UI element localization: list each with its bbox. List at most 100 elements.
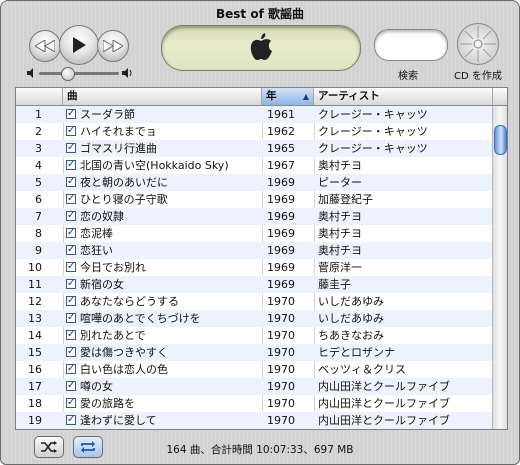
- column-year-label: 年: [266, 90, 277, 102]
- song-artist: ちあきなおみ: [318, 329, 384, 342]
- track-checkbox[interactable]: ✓: [66, 364, 76, 374]
- track-checkbox[interactable]: ✓: [66, 109, 76, 119]
- track-checkbox[interactable]: ✓: [66, 415, 76, 425]
- track-number: 9: [35, 244, 42, 257]
- column-song-header[interactable]: 曲: [63, 88, 262, 105]
- table-row[interactable]: 8 ✓ 恋泥棒 1969 奥村チヨ: [16, 225, 492, 242]
- song-year: 1970: [267, 329, 295, 342]
- table-row[interactable]: 18 ✓ 愛の旅路を 1970 内山田洋とクールファイブ: [16, 395, 492, 412]
- column-header-bar: 曲 年 ▲ アーティスト: [16, 88, 507, 106]
- table-row[interactable]: 12 ✓ あなたならどうする 1970 いしだあゆみ: [16, 293, 492, 310]
- column-year-header[interactable]: 年 ▲: [262, 88, 314, 105]
- scrollbar-thumb[interactable]: [494, 125, 507, 155]
- track-number: 10: [28, 261, 42, 274]
- track-checkbox[interactable]: ✓: [66, 177, 76, 187]
- song-year: 1970: [267, 380, 295, 393]
- track-number: 13: [28, 312, 42, 325]
- track-number: 19: [28, 414, 42, 427]
- song-artist: クレージー・キャッツ: [318, 125, 428, 138]
- track-checkbox[interactable]: ✓: [66, 143, 76, 153]
- song-artist: 奥村チヨ: [318, 210, 362, 223]
- song-artist: 奥村チヨ: [318, 244, 362, 257]
- volume-slider-knob[interactable]: [61, 67, 75, 81]
- track-checkbox[interactable]: ✓: [66, 245, 76, 255]
- table-row[interactable]: 4 ✓ 北国の青い空(Hokkaido Sky) 1967 奥村チヨ: [16, 157, 492, 174]
- play-button[interactable]: [59, 25, 99, 65]
- track-checkbox[interactable]: ✓: [66, 347, 76, 357]
- song-title: あなたならどうする: [80, 295, 179, 308]
- track-checkbox[interactable]: ✓: [66, 211, 76, 221]
- table-row[interactable]: 13 ✓ 喧嘩のあとでくちづけを 1970 いしだあゆみ: [16, 310, 492, 327]
- song-year: 1970: [267, 363, 295, 376]
- song-title: 恋泥棒: [80, 227, 113, 240]
- track-checkbox[interactable]: ✓: [66, 262, 76, 272]
- song-year: 1969: [267, 210, 295, 223]
- next-button[interactable]: [97, 30, 129, 62]
- table-row[interactable]: 1 ✓ スーダラ節 1961 クレージー・キャッツ: [16, 106, 492, 123]
- track-checkbox[interactable]: ✓: [66, 126, 76, 136]
- track-checkbox[interactable]: ✓: [66, 228, 76, 238]
- fast-forward-icon: [103, 40, 123, 52]
- track-number: 16: [28, 363, 42, 376]
- vertical-scrollbar[interactable]: [492, 106, 507, 429]
- window-title: Best of 歌謡曲: [216, 7, 304, 21]
- song-rows: 1 ✓ スーダラ節 1961 クレージー・キャッツ 2 ✓ ハイそれまでョ 1962 クレージー・…: [16, 106, 492, 429]
- song-artist: 内山田洋とクールファイブ: [318, 380, 450, 393]
- song-artist: 奥村チヨ: [318, 227, 362, 240]
- previous-button[interactable]: [29, 30, 61, 62]
- table-row[interactable]: 15 ✓ 愛は傷つきやすく 1970 ヒデとロザンナ: [16, 344, 492, 361]
- track-checkbox[interactable]: ✓: [66, 296, 76, 306]
- song-year: 1970: [267, 397, 295, 410]
- track-number: 11: [28, 278, 42, 291]
- song-year: 1969: [267, 244, 295, 257]
- song-title: 今日でお別れ: [80, 261, 146, 274]
- table-row[interactable]: 14 ✓ 別れたあとで 1970 ちあきなおみ: [16, 327, 492, 344]
- song-year: 1969: [267, 261, 295, 274]
- track-number: 7: [35, 210, 42, 223]
- table-row[interactable]: 3 ✓ ゴマスリ行進曲 1965 クレージー・キャッツ: [16, 140, 492, 157]
- track-number: 14: [28, 329, 42, 342]
- song-artist: いしだあゆみ: [318, 295, 384, 308]
- rewind-icon: [35, 40, 55, 52]
- track-number: 15: [28, 346, 42, 359]
- track-checkbox[interactable]: ✓: [66, 398, 76, 408]
- burn-disc-icon: [460, 26, 496, 62]
- song-title: 噂の女: [80, 380, 113, 393]
- song-title: 恋狂い: [80, 244, 113, 257]
- volume-low-icon: [27, 68, 33, 78]
- table-row[interactable]: 10 ✓ 今日でお別れ 1969 菅原洋一: [16, 259, 492, 276]
- table-row[interactable]: 7 ✓ 恋の奴隷 1969 奥村チヨ: [16, 208, 492, 225]
- table-row[interactable]: 6 ✓ ひとり寝の子守歌 1969 加藤登紀子: [16, 191, 492, 208]
- column-options-header[interactable]: [493, 88, 507, 105]
- song-artist: クレージー・キャッツ: [318, 108, 428, 121]
- table-row[interactable]: 19 ✓ 逢わずに愛して 1970 内山田洋とクールファイブ: [16, 412, 492, 429]
- song-artist: ピーター: [318, 176, 362, 189]
- burn-cd-button[interactable]: [457, 23, 499, 65]
- song-title: 喧嘩のあとでくちづけを: [80, 312, 201, 325]
- volume-slider-track[interactable]: [39, 72, 119, 75]
- track-checkbox[interactable]: ✓: [66, 313, 76, 323]
- song-year: 1969: [267, 176, 295, 189]
- song-artist: 加藤登紀子: [318, 193, 373, 206]
- track-checkbox[interactable]: ✓: [66, 330, 76, 340]
- play-icon: [73, 37, 86, 53]
- search-field[interactable]: [374, 29, 448, 61]
- song-year: 1969: [267, 278, 295, 291]
- song-artist: 藤圭子: [318, 278, 351, 291]
- table-row[interactable]: 5 ✓ 夜と朝のあいだに 1969 ピーター: [16, 174, 492, 191]
- track-checkbox[interactable]: ✓: [66, 381, 76, 391]
- table-row[interactable]: 16 ✓ 白い色は恋人の色 1970 ベッツィ＆クリス: [16, 361, 492, 378]
- song-title: 白い色は恋人の色: [80, 363, 168, 376]
- table-row[interactable]: 11 ✓ 新宿の女 1969 藤圭子: [16, 276, 492, 293]
- table-row[interactable]: 17 ✓ 噂の女 1970 内山田洋とクールファイブ: [16, 378, 492, 395]
- song-artist: 奥村チヨ: [318, 159, 362, 172]
- itunes-window: Best of 歌謡曲 検索 CD を作成 曲 年 ▲ アーティスト 1 ✓ ス…: [0, 0, 520, 465]
- song-year: 1962: [267, 125, 295, 138]
- column-artist-header[interactable]: アーティスト: [314, 88, 493, 105]
- track-checkbox[interactable]: ✓: [66, 279, 76, 289]
- table-row[interactable]: 9 ✓ 恋狂い 1969 奥村チヨ: [16, 242, 492, 259]
- track-checkbox[interactable]: ✓: [66, 194, 76, 204]
- table-row[interactable]: 2 ✓ ハイそれまでョ 1962 クレージー・キャッツ: [16, 123, 492, 140]
- column-number-header[interactable]: [16, 88, 63, 105]
- track-checkbox[interactable]: ✓: [66, 160, 76, 170]
